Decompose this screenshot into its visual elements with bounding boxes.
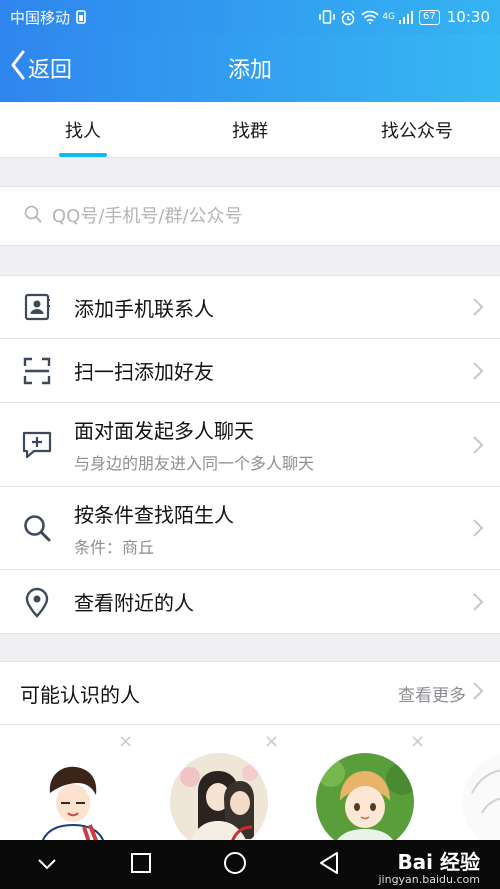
tab-bar: 找人 找群 找公众号 xyxy=(0,102,500,158)
chat-plus-icon xyxy=(20,428,54,462)
nav-bar: 返回 添加 xyxy=(0,34,500,102)
circle-icon xyxy=(223,851,247,879)
search-icon xyxy=(24,205,42,227)
option-add-phone-contacts[interactable]: 添加手机联系人 xyxy=(0,276,500,339)
contacts-icon xyxy=(20,290,54,324)
option-label: 添加手机联系人 xyxy=(74,296,214,321)
watermark-brand: Bai 经验 xyxy=(397,850,480,874)
nav-collapse-button[interactable] xyxy=(17,840,77,889)
option-face-to-face-group-chat[interactable]: 面对面发起多人聊天 与身边的朋友进入同一个多人聊天 xyxy=(0,403,500,487)
see-more-button[interactable]: 查看更多 xyxy=(398,681,484,706)
option-label: 查看附近的人 xyxy=(74,591,194,615)
baidu-jingyan-watermark: Bai 经验 jingyan.baidu.com xyxy=(378,846,480,886)
search-icon xyxy=(20,511,54,545)
chevron-down-icon xyxy=(37,855,57,874)
option-label: 面对面发起多人聊天 xyxy=(74,419,254,443)
tab-find-people[interactable]: 找人 xyxy=(0,102,166,157)
chevron-right-icon xyxy=(472,361,484,381)
status-right: 4G 67 10:30 xyxy=(319,8,490,26)
signal-icon xyxy=(398,10,414,24)
add-options-list: 添加手机联系人 扫一扫添加好友 面对面发起多人聊天 与身边的朋友进入同一个多人聊… xyxy=(0,275,500,634)
square-icon xyxy=(130,852,152,878)
chevron-right-icon xyxy=(472,297,484,317)
carrier-label: 中国移动 xyxy=(10,8,71,27)
alarm-icon xyxy=(340,10,355,26)
see-more-label: 查看更多 xyxy=(398,685,466,706)
dismiss-button[interactable]: × xyxy=(118,733,133,751)
wifi-icon xyxy=(361,10,379,24)
nav-recents-button[interactable] xyxy=(111,840,171,889)
suggested-person-card[interactable]: × xyxy=(160,725,300,840)
suggested-people-list: × × × xyxy=(0,725,500,840)
clock: 10:30 xyxy=(446,8,490,26)
page-title: 添加 xyxy=(227,58,272,83)
battery-level: 67 xyxy=(419,9,440,25)
chevron-left-icon xyxy=(10,50,26,86)
chevron-right-icon xyxy=(472,435,484,455)
back-label: 返回 xyxy=(28,58,73,83)
avatar xyxy=(170,753,268,840)
scan-icon xyxy=(20,354,54,388)
search-bar xyxy=(0,186,500,246)
option-label: 按条件查找陌生人 xyxy=(74,502,234,527)
tab-find-groups[interactable]: 找群 xyxy=(166,102,334,157)
network-label: 4G xyxy=(382,12,396,22)
option-sublabel: 与身边的朋友进入同一个多人聊天 xyxy=(74,454,315,473)
option-nearby-people[interactable]: 查看附近的人 xyxy=(0,570,500,633)
nav-home-button[interactable] xyxy=(205,840,265,889)
tab-find-public-accounts[interactable]: 找公众号 xyxy=(334,102,500,157)
watermark-url: jingyan.baidu.com xyxy=(378,873,480,886)
option-label: 扫一扫添加好友 xyxy=(74,360,214,384)
option-search-strangers[interactable]: 按条件查找陌生人 条件：商丘 xyxy=(0,487,500,570)
option-sublabel: 条件：商丘 xyxy=(74,537,155,557)
vibrate-icon xyxy=(319,10,336,24)
suggested-person-card[interactable]: × xyxy=(306,725,446,840)
dismiss-button[interactable]: × xyxy=(264,733,279,751)
dismiss-button[interactable]: × xyxy=(410,733,425,751)
back-button[interactable]: 返回 xyxy=(10,34,72,102)
suggested-person-card[interactable]: × xyxy=(14,725,154,840)
option-scan-add-friend[interactable]: 扫一扫添加好友 xyxy=(0,339,500,403)
avatar xyxy=(316,753,414,840)
sim-icon xyxy=(76,10,90,24)
chevron-right-icon xyxy=(472,592,484,612)
chevron-right-icon xyxy=(472,681,484,706)
avatar xyxy=(24,753,122,840)
suggested-person-card[interactable] xyxy=(452,725,500,840)
suggestions-title: 可能认识的人 xyxy=(20,682,140,707)
status-bar: 中国移动 4G 67 10:30 xyxy=(0,0,500,34)
avatar xyxy=(462,753,500,840)
triangle-back-icon xyxy=(318,851,340,879)
nav-back-button[interactable] xyxy=(299,840,359,889)
status-left: 中国移动 xyxy=(10,7,90,28)
search-input[interactable] xyxy=(52,205,452,227)
chevron-right-icon xyxy=(472,518,484,538)
suggestions-header: 可能认识的人 查看更多 xyxy=(0,661,500,725)
location-icon xyxy=(20,585,54,619)
